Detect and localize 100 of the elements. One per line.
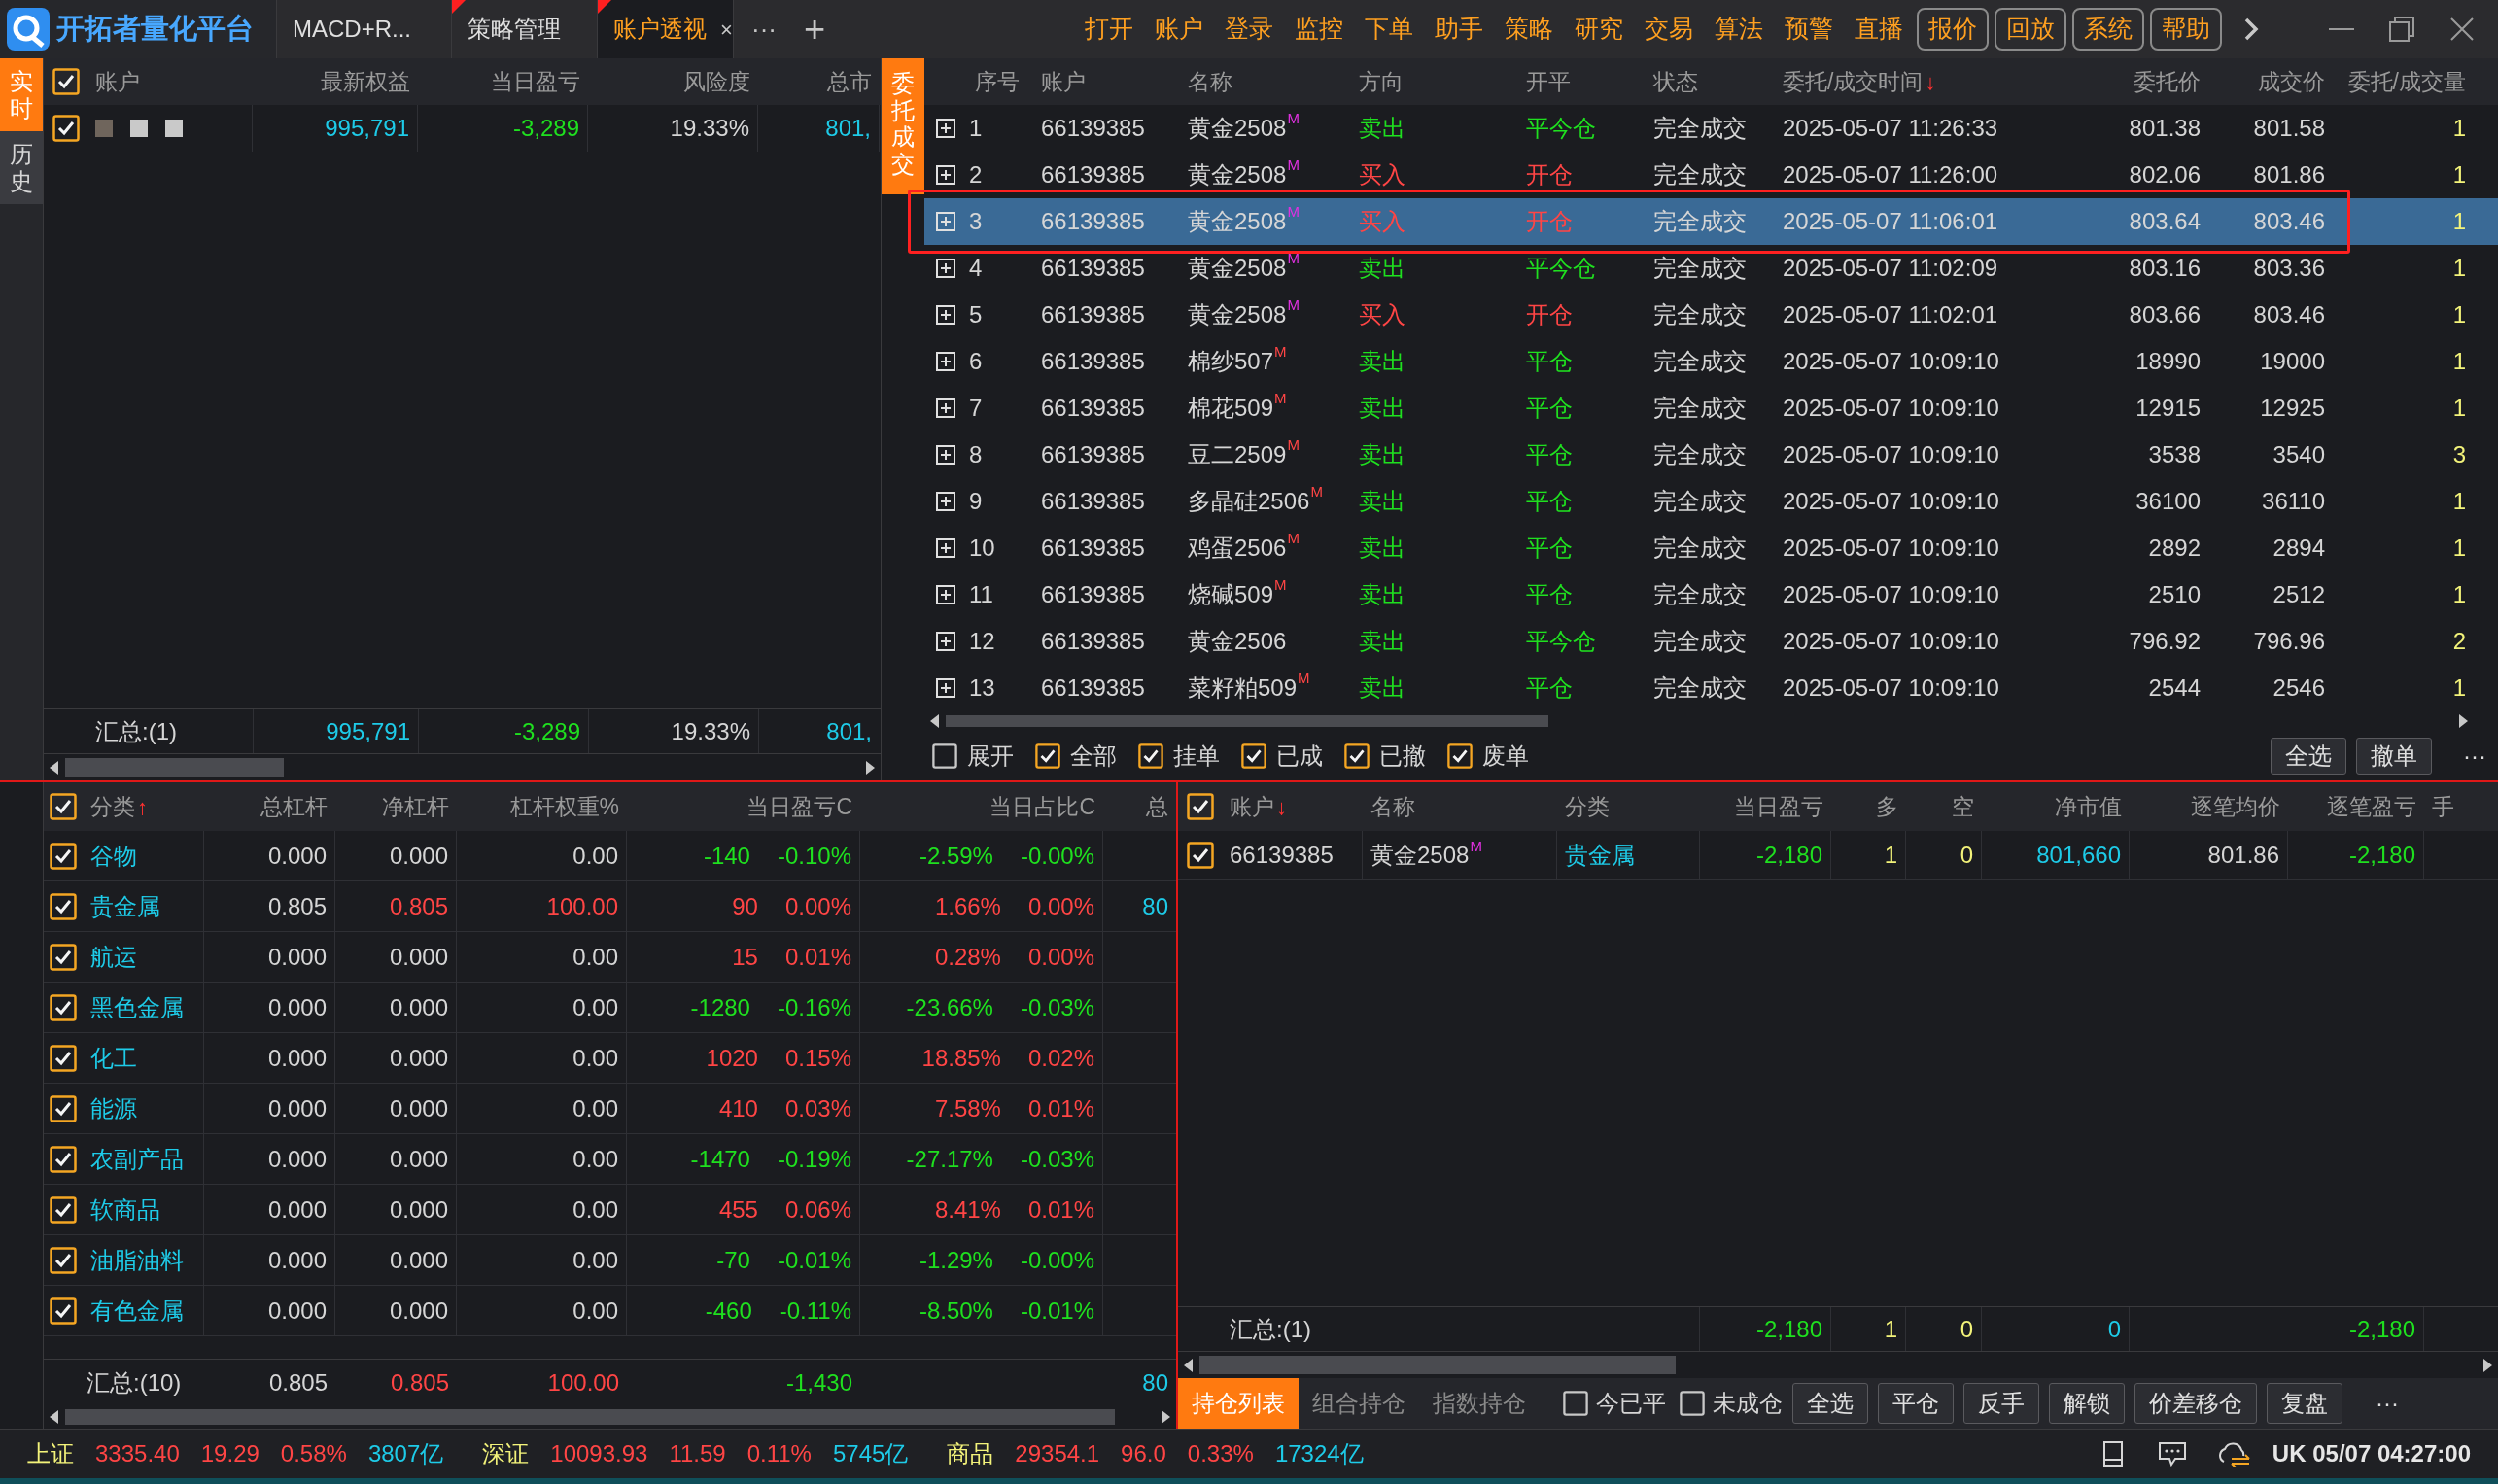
menu-item[interactable]: 直播 bbox=[1855, 11, 1903, 48]
close-button[interactable]: × bbox=[720, 13, 733, 46]
market-percent: 0.11% bbox=[746, 1439, 812, 1468]
side-tab[interactable]: 历史 bbox=[0, 131, 43, 205]
checkbox[interactable] bbox=[50, 793, 77, 820]
checkbox[interactable] bbox=[50, 842, 77, 870]
more-tabs-button[interactable]: ··· bbox=[734, 0, 794, 58]
more-button[interactable]: ··· bbox=[2463, 738, 2486, 774]
column-header[interactable]: 名称 bbox=[1188, 64, 1232, 99]
table-cell-text: 平今仓 bbox=[1525, 114, 1597, 143]
column-header[interactable]: 状态 bbox=[1653, 64, 1698, 99]
table-cell-text: -70 bbox=[716, 1245, 750, 1275]
menu-item[interactable]: 报价 bbox=[1917, 8, 1989, 51]
table-row[interactable]: 12 66139385 黄金2506 卖出 平今仓 完全成交 2025-05-07 10:09:10 796.92 796.96 2 bbox=[924, 618, 2498, 665]
column-header[interactable]: 账户 bbox=[95, 64, 140, 99]
sort-indicator[interactable]: ↑ bbox=[137, 790, 148, 823]
menu-item[interactable]: 回放 bbox=[1995, 8, 2066, 51]
checkbox[interactable] bbox=[1186, 841, 1214, 869]
menu-item[interactable]: 账户 bbox=[1155, 11, 1203, 48]
checkbox[interactable] bbox=[50, 1246, 77, 1274]
button[interactable]: 撤单 bbox=[2356, 737, 2432, 775]
checkbox[interactable] bbox=[1186, 793, 1214, 820]
menu-item[interactable]: 助手 bbox=[1435, 11, 1483, 48]
column-header[interactable]: 净杠杆 bbox=[382, 789, 449, 824]
logo-icon bbox=[6, 7, 51, 52]
checkbox[interactable] bbox=[50, 1044, 77, 1072]
add-tab-button[interactable]: + bbox=[794, 0, 836, 58]
column-header[interactable]: 序号 bbox=[975, 64, 1020, 99]
column-header[interactable]: 委托/成交时间 bbox=[1783, 64, 1924, 99]
checkbox[interactable] bbox=[1447, 742, 1473, 769]
checkbox[interactable] bbox=[1138, 742, 1163, 769]
table-cell-text: 66139385 bbox=[1040, 300, 1146, 329]
column-header[interactable]: 杠杆权重% bbox=[509, 789, 619, 824]
column-header[interactable]: 风险度 bbox=[683, 64, 750, 99]
button[interactable]: 全选 bbox=[1792, 1383, 1868, 1424]
menu-item[interactable]: 下单 bbox=[1365, 11, 1413, 48]
sort-indicator[interactable]: ↓ bbox=[1925, 65, 1936, 98]
column-header[interactable]: 总市 bbox=[827, 64, 872, 99]
menu-item[interactable]: 帮助 bbox=[2150, 8, 2222, 51]
column-header[interactable]: 总杠杆 bbox=[260, 789, 328, 824]
menu-item[interactable]: 算法 bbox=[1715, 11, 1763, 48]
more-button[interactable]: ··· bbox=[2376, 1386, 2399, 1421]
checkbox[interactable] bbox=[1344, 742, 1370, 769]
menu-item[interactable]: 交易 bbox=[1645, 11, 1693, 48]
column-header[interactable]: 手 bbox=[2432, 789, 2454, 824]
checkbox[interactable] bbox=[1241, 742, 1266, 769]
checkbox[interactable] bbox=[52, 68, 80, 95]
tab[interactable]: 组合持仓 bbox=[1299, 1378, 1419, 1429]
button[interactable]: 反手 bbox=[1963, 1383, 2039, 1424]
column-header[interactable]: 账户 bbox=[1230, 789, 1274, 824]
button[interactable]: 价差移仓 bbox=[2134, 1383, 2257, 1424]
column-header[interactable]: 空 bbox=[1952, 789, 1974, 824]
checkbox[interactable] bbox=[1563, 1391, 1588, 1416]
checkbox[interactable] bbox=[50, 1296, 77, 1325]
column-header[interactable]: 当日盈亏C bbox=[746, 789, 852, 824]
checkbox[interactable] bbox=[52, 115, 80, 142]
column-header[interactable]: 逐笔均价 bbox=[2191, 789, 2280, 824]
tab[interactable]: 指数持仓 bbox=[1419, 1378, 1540, 1429]
column-header[interactable]: 总 bbox=[1146, 789, 1168, 824]
button[interactable]: 复盘 bbox=[2267, 1383, 2342, 1424]
column-header[interactable]: 最新权益 bbox=[321, 64, 410, 99]
checkbox[interactable] bbox=[50, 943, 77, 971]
checkbox[interactable] bbox=[50, 993, 77, 1021]
button[interactable]: 平仓 bbox=[1878, 1383, 1954, 1424]
column-header[interactable]: 逐笔盈亏 bbox=[2327, 789, 2416, 824]
column-header[interactable]: 当日盈亏 bbox=[1734, 789, 1823, 824]
menu-item[interactable]: 预警 bbox=[1785, 11, 1833, 48]
menu-item[interactable]: 登录 bbox=[1225, 11, 1273, 48]
column-header[interactable]: 成交价 bbox=[2258, 64, 2325, 99]
menu-item[interactable]: 研究 bbox=[1575, 11, 1623, 48]
checkbox[interactable] bbox=[50, 892, 77, 920]
column-header[interactable]: 委托价 bbox=[2134, 64, 2201, 99]
column-header[interactable]: 多 bbox=[1876, 789, 1898, 824]
menu-item[interactable]: 策略 bbox=[1505, 11, 1553, 48]
button[interactable]: 解锁 bbox=[2049, 1383, 2125, 1424]
menu-item[interactable]: 系统 bbox=[2072, 8, 2144, 51]
checkbox[interactable] bbox=[932, 742, 957, 769]
tab[interactable]: 策略管理 bbox=[452, 0, 598, 58]
column-header[interactable]: 委托/成交量 bbox=[2347, 64, 2466, 99]
checkbox[interactable] bbox=[50, 1195, 77, 1224]
menu-item[interactable]: 监控 bbox=[1295, 11, 1343, 48]
checkbox[interactable] bbox=[50, 1145, 77, 1173]
checkbox[interactable] bbox=[1035, 742, 1060, 769]
column-header[interactable]: 账户 bbox=[1041, 64, 1086, 99]
column-header[interactable]: 分类 bbox=[90, 789, 135, 824]
column-header[interactable]: 开平 bbox=[1526, 64, 1571, 99]
checkbox[interactable] bbox=[50, 1094, 77, 1122]
column-header[interactable]: 名称 bbox=[1370, 789, 1415, 824]
column-header[interactable]: 分类 bbox=[1565, 789, 1610, 824]
checkbox[interactable] bbox=[1680, 1391, 1705, 1416]
tab[interactable]: 账户透视 × bbox=[598, 0, 734, 58]
column-header[interactable]: 当日占比C bbox=[989, 789, 1095, 824]
menu-item[interactable]: 打开 bbox=[1085, 11, 1133, 48]
app-title: 开拓者量化平台 bbox=[56, 12, 254, 47]
button[interactable]: 全选 bbox=[2271, 737, 2346, 775]
sort-indicator[interactable]: ↓ bbox=[1276, 790, 1287, 823]
checkbox-label: 挂单 bbox=[1173, 741, 1220, 771]
column-header[interactable]: 方向 bbox=[1359, 64, 1404, 99]
column-header[interactable]: 净市值 bbox=[2055, 789, 2122, 824]
column-header[interactable]: 当日盈亏 bbox=[491, 64, 580, 99]
